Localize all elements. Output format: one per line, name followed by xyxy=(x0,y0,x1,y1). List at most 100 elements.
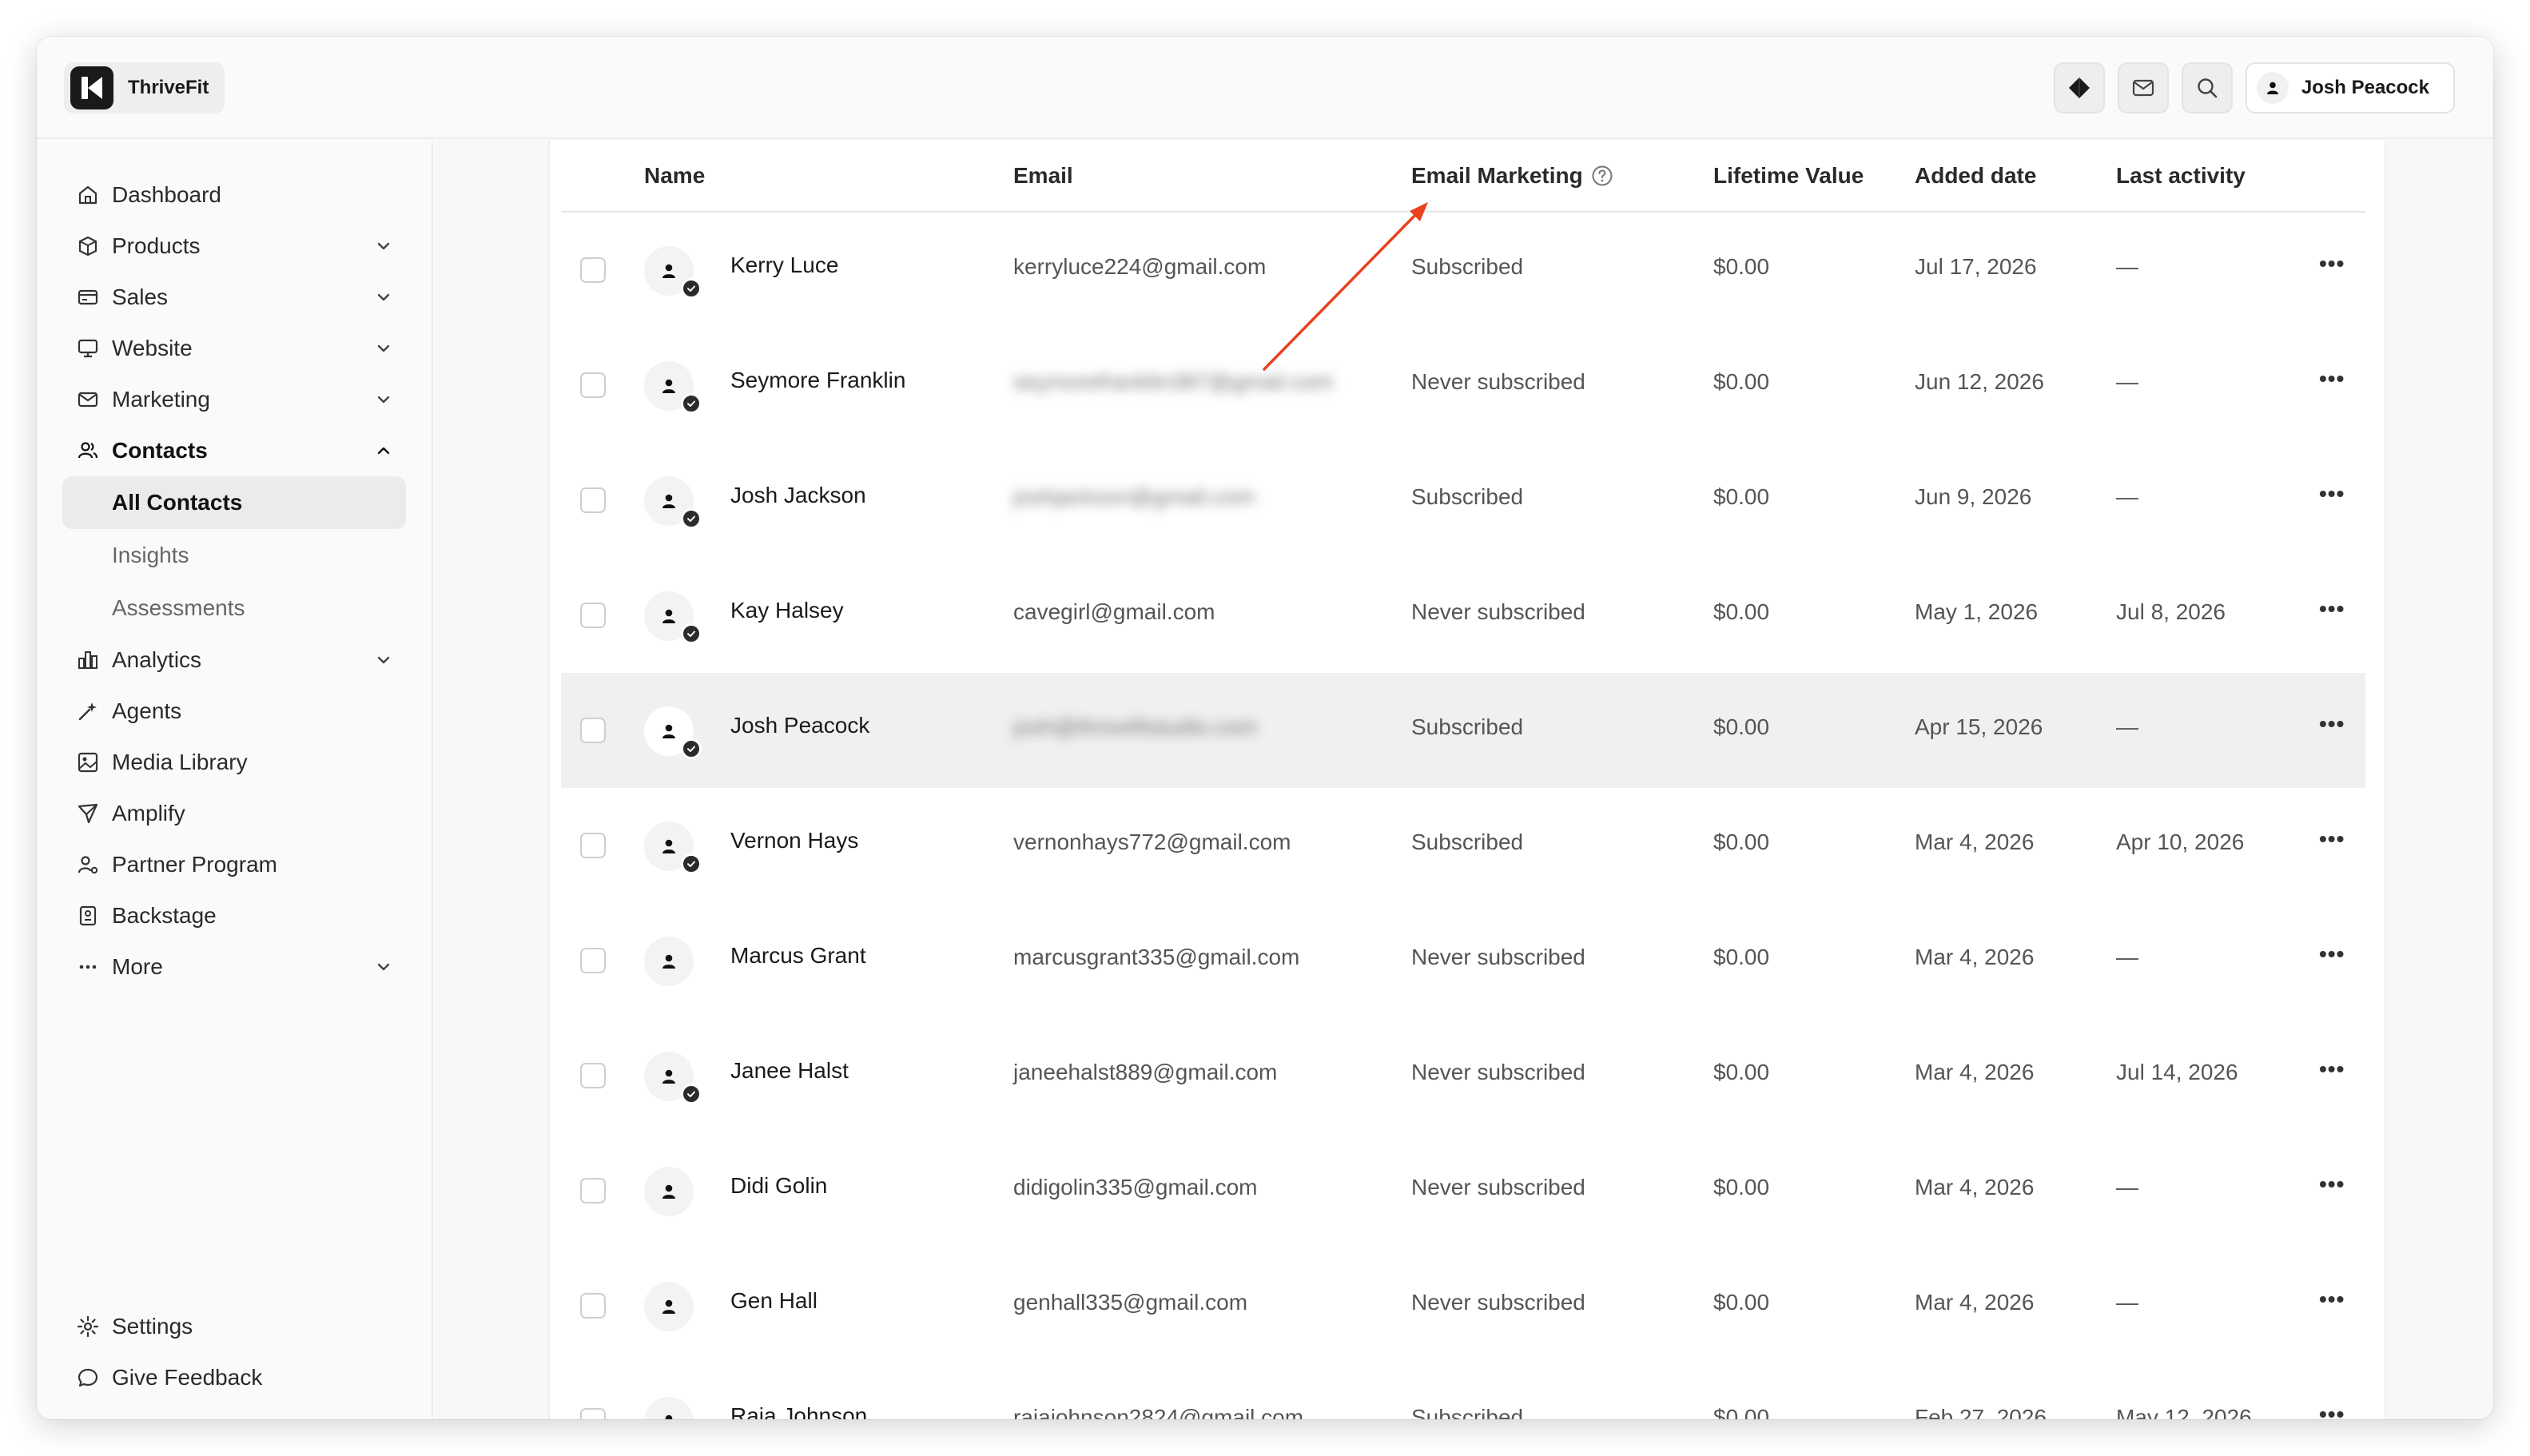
column-header-email-marketing[interactable]: Email Marketing xyxy=(1411,163,1613,189)
table-row[interactable]: Raja Johnson rajajohnson2824@gmail.com S… xyxy=(561,1363,2365,1419)
contact-name[interactable]: Kerry Luce xyxy=(730,253,838,278)
email-marketing-status: Subscribed xyxy=(1411,1405,1524,1419)
row-actions-menu-icon[interactable]: ••• xyxy=(2319,596,2345,622)
mail-icon xyxy=(75,387,101,412)
help-circle-icon[interactable] xyxy=(1591,165,1613,187)
sidebar-item-partner-program[interactable]: Partner Program xyxy=(62,839,406,890)
row-checkbox[interactable] xyxy=(580,603,606,628)
added-date: Mar 4, 2026 xyxy=(1915,1060,2035,1084)
row-actions-menu-icon[interactable]: ••• xyxy=(2319,711,2345,737)
row-actions-menu-icon[interactable]: ••• xyxy=(2319,1287,2345,1312)
column-header-email[interactable]: Email xyxy=(1013,163,1073,189)
contact-name[interactable]: Seymore Franklin xyxy=(730,368,905,393)
sidebar-subitem-all-contacts[interactable]: All Contacts xyxy=(62,476,406,529)
sidebar-item-agents[interactable]: Agents xyxy=(62,686,406,737)
contact-name[interactable]: Raja Johnson xyxy=(730,1403,867,1419)
mail-button[interactable] xyxy=(2117,62,2169,113)
contact-email: marcusgrant335@gmail.com xyxy=(1013,945,1300,969)
row-actions-menu-icon[interactable]: ••• xyxy=(2319,941,2345,967)
contact-name[interactable]: Vernon Hays xyxy=(730,828,858,853)
search-button[interactable] xyxy=(2181,62,2233,113)
person-icon xyxy=(662,494,675,508)
row-checkbox[interactable] xyxy=(580,372,606,398)
brand-switcher[interactable]: ThriveFit xyxy=(64,62,225,113)
contact-name[interactable]: Gen Hall xyxy=(730,1288,817,1314)
sidebar-item-amplify[interactable]: Amplify xyxy=(62,788,406,839)
table-body: Kerry Luce kerryluce224@gmail.com Subscr… xyxy=(561,213,2365,1419)
person-icon xyxy=(662,839,675,853)
row-checkbox[interactable] xyxy=(580,1408,606,1419)
sidebar-item-label: Settings xyxy=(112,1314,193,1339)
person-icon xyxy=(665,1414,673,1419)
lifetime-value: $0.00 xyxy=(1713,714,1770,739)
table-row[interactable]: Janee Halst janeehalst889@gmail.com Neve… xyxy=(561,1018,2365,1133)
table-row[interactable]: Gen Hall genhall335@gmail.com Never subs… xyxy=(561,1248,2365,1363)
sidebar-subitem-assessments[interactable]: Assessments xyxy=(62,582,406,635)
row-checkbox[interactable] xyxy=(580,487,606,513)
table-row[interactable]: Josh Peacock josh@thrivefitstudio.com Su… xyxy=(561,673,2365,788)
column-header-last-activity[interactable]: Last activity xyxy=(2116,163,2246,189)
sidebar-item-analytics[interactable]: Analytics xyxy=(62,635,406,686)
row-actions-menu-icon[interactable]: ••• xyxy=(2319,251,2345,276)
sidebar-subitem-insights[interactable]: Insights xyxy=(62,529,406,582)
table-row[interactable]: Seymore Franklin seymorefranklin387@gmai… xyxy=(561,328,2365,443)
row-checkbox[interactable] xyxy=(580,948,606,973)
contact-name[interactable]: Janee Halst xyxy=(730,1058,849,1084)
sidebar-item-products[interactable]: Products xyxy=(62,221,406,272)
sidebar-item-settings[interactable]: Settings xyxy=(62,1301,406,1352)
row-checkbox[interactable] xyxy=(580,1293,606,1319)
column-header-added-date[interactable]: Added date xyxy=(1915,163,2036,189)
sidebar-item-backstage[interactable]: Backstage xyxy=(62,890,406,941)
lifetime-value: $0.00 xyxy=(1713,484,1770,509)
contacts-panel: Name Email Email Marketing Lifetime Valu… xyxy=(548,141,2386,1419)
table-row[interactable]: Kerry Luce kerryluce224@gmail.com Subscr… xyxy=(561,213,2365,328)
chevron-down-icon[interactable] xyxy=(372,956,395,978)
table-row[interactable]: Kay Halsey cavegirl@gmail.com Never subs… xyxy=(561,558,2365,673)
sidebar-item-website[interactable]: Website xyxy=(62,323,406,374)
email-marketing-status: Never subscribed xyxy=(1411,369,1585,394)
row-checkbox[interactable] xyxy=(580,833,606,858)
sidebar-item-more[interactable]: More xyxy=(62,941,406,993)
row-checkbox[interactable] xyxy=(580,718,606,743)
chevron-down-icon[interactable] xyxy=(372,649,395,671)
row-actions-menu-icon[interactable]: ••• xyxy=(2319,481,2345,507)
row-actions-menu-icon[interactable]: ••• xyxy=(2319,1172,2345,1197)
row-actions-menu-icon[interactable]: ••• xyxy=(2319,1056,2345,1082)
search-icon xyxy=(2198,78,2218,98)
sidebar-item-dashboard[interactable]: Dashboard xyxy=(62,169,406,221)
contact-email: genhall335@gmail.com xyxy=(1013,1290,1248,1315)
sidebar-nav: Dashboard Products Sales Website Marketi… xyxy=(62,169,406,993)
row-actions-menu-icon[interactable]: ••• xyxy=(2319,366,2345,392)
contact-name[interactable]: Didi Golin xyxy=(730,1173,827,1199)
row-checkbox[interactable] xyxy=(580,1063,606,1088)
user-menu-button[interactable]: Josh Peacock xyxy=(2245,62,2455,113)
row-checkbox[interactable] xyxy=(580,1178,606,1203)
table-row[interactable]: Vernon Hays vernonhays772@gmail.com Subs… xyxy=(561,788,2365,903)
chevron-down-icon[interactable] xyxy=(372,388,395,411)
sidebar-item-marketing[interactable]: Marketing xyxy=(62,374,406,425)
table-row[interactable]: Didi Golin didigolin335@gmail.com Never … xyxy=(561,1133,2365,1248)
table-row[interactable]: Marcus Grant marcusgrant335@gmail.com Ne… xyxy=(561,903,2365,1018)
chevron-down-icon[interactable] xyxy=(372,286,395,308)
contact-name[interactable]: Marcus Grant xyxy=(730,943,866,969)
chevron-up-icon[interactable] xyxy=(372,440,395,462)
table-row[interactable]: Josh Jackson joshjackson@gmail.com Subsc… xyxy=(561,443,2365,558)
row-actions-menu-icon[interactable]: ••• xyxy=(2319,826,2345,852)
contact-name[interactable]: Kay Halsey xyxy=(730,598,844,623)
chevron-down-icon[interactable] xyxy=(372,235,395,257)
person-icon xyxy=(662,264,675,278)
column-header-name[interactable]: Name xyxy=(644,163,705,189)
row-actions-menu-icon[interactable]: ••• xyxy=(2319,1402,2345,1419)
column-header-lifetime-value[interactable]: Lifetime Value xyxy=(1713,163,1864,189)
contact-name[interactable]: Josh Jackson xyxy=(730,483,866,508)
diamond-button[interactable] xyxy=(2053,62,2105,113)
column-header-label: Last activity xyxy=(2116,163,2246,188)
sidebar-item-give-feedback[interactable]: Give Feedback xyxy=(62,1352,406,1403)
lifetime-value: $0.00 xyxy=(1713,1175,1770,1199)
sidebar-item-media-library[interactable]: Media Library xyxy=(62,737,406,788)
row-checkbox[interactable] xyxy=(580,257,606,283)
sidebar-item-sales[interactable]: Sales xyxy=(62,272,406,323)
sidebar-item-contacts[interactable]: Contacts xyxy=(62,425,406,476)
chevron-down-icon[interactable] xyxy=(372,337,395,360)
contact-name[interactable]: Josh Peacock xyxy=(730,713,869,738)
